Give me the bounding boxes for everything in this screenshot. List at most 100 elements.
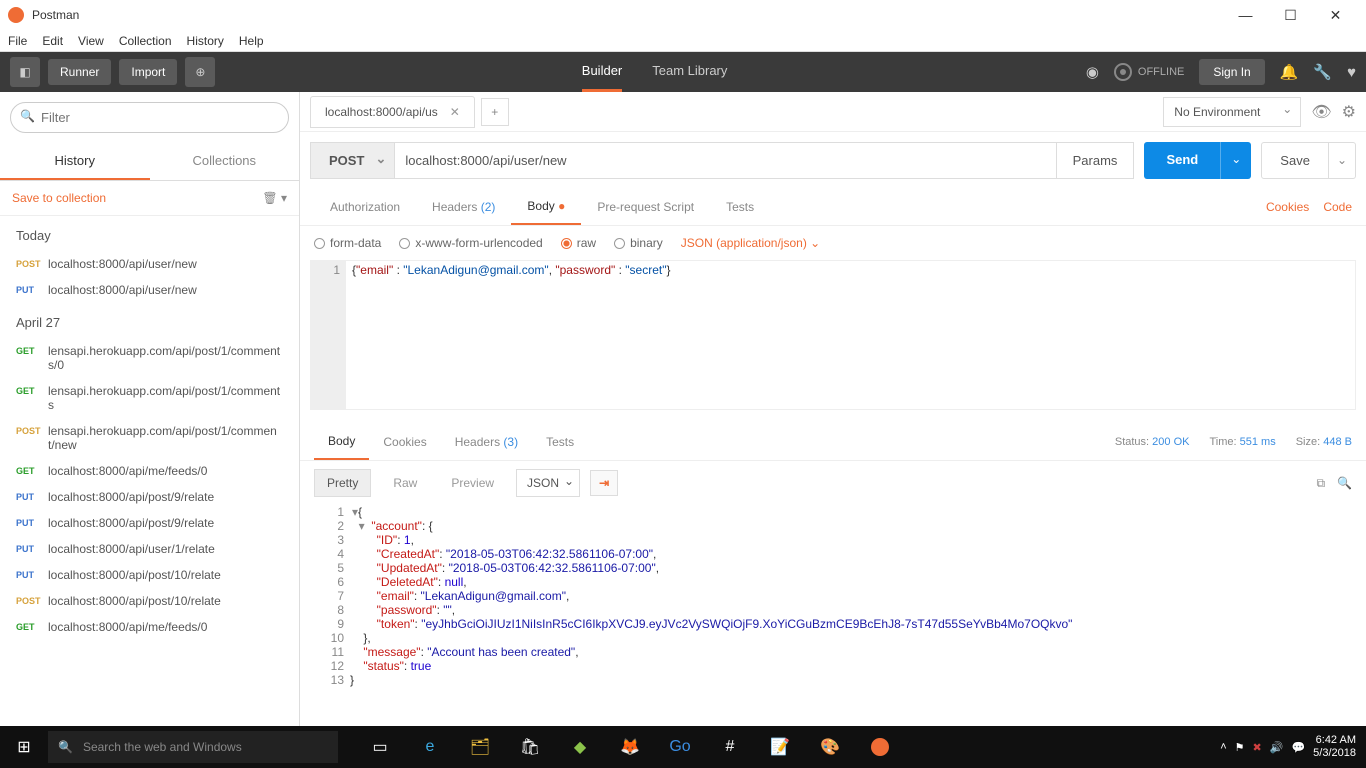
- history-item[interactable]: GETlensapi.herokuapp.com/api/post/1/comm…: [0, 378, 299, 418]
- heart-icon[interactable]: ♥: [1347, 64, 1356, 81]
- tab-builder[interactable]: Builder: [582, 52, 622, 92]
- notepad-icon[interactable]: 📝: [758, 730, 802, 764]
- search-response-icon[interactable]: 🔍: [1337, 476, 1352, 491]
- params-button[interactable]: Params: [1057, 142, 1135, 179]
- sync-status[interactable]: OFFLINE: [1114, 63, 1184, 81]
- wrap-button[interactable]: ⇥: [590, 470, 618, 496]
- resp-tab-cookies[interactable]: Cookies: [369, 425, 440, 459]
- history-item[interactable]: POSTlensapi.herokuapp.com/api/post/1/com…: [0, 418, 299, 458]
- radio-binary[interactable]: binary: [614, 236, 663, 250]
- explorer-icon[interactable]: 🗂: [458, 730, 502, 764]
- environment-select[interactable]: No Environment: [1163, 97, 1301, 127]
- cookies-link[interactable]: Cookies: [1266, 200, 1309, 214]
- history-list[interactable]: TodayPOSTlocalhost:8000/api/user/newPUTl…: [0, 216, 299, 726]
- search-icon: 🔍: [58, 740, 73, 754]
- tray-security-icon[interactable]: ⚑: [1235, 741, 1245, 754]
- resp-tab-headers[interactable]: Headers (3): [441, 425, 532, 459]
- history-item[interactable]: POSTlocalhost:8000/api/post/10/relate: [0, 588, 299, 614]
- resp-tab-body[interactable]: Body: [314, 424, 369, 460]
- paint-icon[interactable]: 🎨: [808, 730, 852, 764]
- radio-urlencoded[interactable]: x-www-form-urlencoded: [399, 236, 542, 250]
- start-button[interactable]: ⊞: [0, 737, 48, 757]
- slack-icon[interactable]: #: [708, 730, 752, 764]
- history-item[interactable]: PUTlocalhost:8000/api/post/9/relate: [0, 484, 299, 510]
- menu-collection[interactable]: Collection: [119, 34, 172, 48]
- method-select[interactable]: POST: [310, 142, 395, 179]
- resp-tab-tests[interactable]: Tests: [532, 425, 588, 459]
- response-body-editor[interactable]: 12345678910111213 ▾{ ▾ "account": { "ID"…: [300, 505, 1366, 689]
- save-to-collection-link[interactable]: Save to collection: [12, 191, 262, 205]
- trash-icon[interactable]: 🗑 ▾: [262, 191, 287, 205]
- tab-body[interactable]: Body ●: [511, 189, 581, 225]
- size-meta: Size: 448 B: [1296, 436, 1352, 448]
- taskbar-search[interactable]: 🔍 Search the web and Windows: [48, 731, 338, 763]
- capture-icon[interactable]: ◉: [1086, 63, 1099, 81]
- tab-team-library[interactable]: Team Library: [652, 52, 727, 92]
- tab-prerequest[interactable]: Pre-request Script: [581, 190, 710, 224]
- runner-button[interactable]: Runner: [48, 59, 111, 85]
- content-type-select[interactable]: JSON (application/json) ⌄: [681, 236, 820, 250]
- radio-raw[interactable]: raw: [561, 236, 596, 250]
- store-icon[interactable]: 🛍: [508, 730, 552, 764]
- goland-icon[interactable]: Go: [658, 730, 702, 764]
- tab-collections[interactable]: Collections: [150, 143, 300, 180]
- history-item[interactable]: GETlensapi.herokuapp.com/api/post/1/comm…: [0, 338, 299, 378]
- copy-icon[interactable]: ⧉: [1316, 476, 1325, 491]
- menu-view[interactable]: View: [78, 34, 104, 48]
- history-method: GET: [16, 466, 48, 476]
- tab-tests[interactable]: Tests: [710, 190, 770, 224]
- sidebar: 🔍 History Collections Save to collection…: [0, 92, 300, 726]
- request-tab[interactable]: localhost:8000/api/us ✕: [310, 96, 475, 128]
- tray-network-icon[interactable]: ✖: [1253, 741, 1262, 754]
- close-button[interactable]: ✕: [1313, 7, 1358, 24]
- import-button[interactable]: Import: [119, 59, 177, 85]
- filter-input[interactable]: [10, 102, 289, 133]
- view-pretty[interactable]: Pretty: [314, 469, 371, 497]
- android-studio-icon[interactable]: ◆: [558, 730, 602, 764]
- save-dropdown[interactable]: ⌄: [1329, 142, 1356, 179]
- request-body-editor[interactable]: 1 {"email" : "LekanAdigun@gmail.com", "p…: [310, 260, 1356, 410]
- env-preview-icon[interactable]: 👁: [1311, 102, 1331, 122]
- minimize-button[interactable]: —: [1223, 7, 1268, 23]
- send-button[interactable]: Send: [1144, 142, 1220, 179]
- code-link[interactable]: Code: [1323, 200, 1352, 214]
- history-item[interactable]: PUTlocalhost:8000/api/user/1/relate: [0, 536, 299, 562]
- tab-history[interactable]: History: [0, 143, 150, 180]
- history-item[interactable]: PUTlocalhost:8000/api/user/new: [0, 277, 299, 303]
- menu-edit[interactable]: Edit: [42, 34, 63, 48]
- tab-authorization[interactable]: Authorization: [314, 190, 416, 224]
- menu-history[interactable]: History: [187, 34, 224, 48]
- firefox-icon[interactable]: 🦊: [608, 730, 652, 764]
- radio-formdata[interactable]: form-data: [314, 236, 381, 250]
- url-input[interactable]: [395, 142, 1056, 179]
- env-settings-icon[interactable]: ⚙: [1342, 102, 1356, 122]
- menu-file[interactable]: File: [8, 34, 27, 48]
- new-tab-button[interactable]: +: [481, 98, 509, 126]
- tray-volume-icon[interactable]: 🔊: [1270, 741, 1284, 754]
- notifications-icon[interactable]: 🔔: [1280, 63, 1299, 81]
- new-window-button[interactable]: ⊕: [185, 57, 215, 87]
- tab-headers[interactable]: Headers (2): [416, 190, 511, 224]
- format-select[interactable]: JSON: [516, 469, 580, 497]
- view-preview[interactable]: Preview: [439, 470, 506, 496]
- view-raw[interactable]: Raw: [381, 470, 429, 496]
- history-item[interactable]: GETlocalhost:8000/api/me/feeds/0: [0, 614, 299, 640]
- save-button[interactable]: Save: [1261, 142, 1329, 179]
- history-item[interactable]: PUTlocalhost:8000/api/post/10/relate: [0, 562, 299, 588]
- toggle-sidebar-button[interactable]: ◧: [10, 57, 40, 87]
- history-item[interactable]: PUTlocalhost:8000/api/post/9/relate: [0, 510, 299, 536]
- tray-up-icon[interactable]: ˄: [1220, 741, 1226, 753]
- taskview-icon[interactable]: ▭: [358, 730, 402, 764]
- send-dropdown[interactable]: ⌄: [1220, 142, 1251, 179]
- settings-icon[interactable]: 🔧: [1313, 63, 1332, 81]
- menu-help[interactable]: Help: [239, 34, 264, 48]
- postman-taskbar-icon[interactable]: [858, 730, 902, 764]
- history-item[interactable]: POSTlocalhost:8000/api/user/new: [0, 251, 299, 277]
- close-tab-icon[interactable]: ✕: [450, 105, 460, 119]
- signin-button[interactable]: Sign In: [1199, 59, 1264, 85]
- maximize-button[interactable]: ☐: [1268, 7, 1313, 24]
- taskbar-clock[interactable]: 6:42 AM 5/3/2018: [1313, 734, 1356, 760]
- history-item[interactable]: GETlocalhost:8000/api/me/feeds/0: [0, 458, 299, 484]
- tray-action-center-icon[interactable]: 💬: [1291, 741, 1305, 754]
- edge-icon[interactable]: e: [408, 730, 452, 764]
